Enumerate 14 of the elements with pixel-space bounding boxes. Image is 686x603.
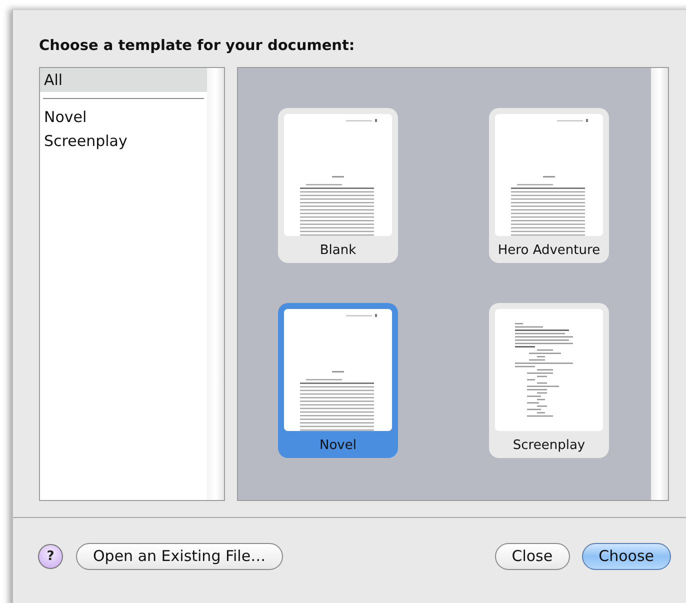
dialog-button[interactable]: Close bbox=[494, 542, 570, 570]
category-item[interactable]: Screenplay bbox=[40, 129, 207, 153]
dialog-heading: Choose a template for your document: bbox=[39, 38, 356, 56]
scrollbar[interactable] bbox=[651, 68, 668, 500]
dialog-button[interactable]: Open an Existing File… bbox=[76, 542, 283, 570]
category-item[interactable]: Novel bbox=[40, 105, 207, 129]
category-item[interactable]: All bbox=[40, 68, 207, 92]
scrollbar[interactable] bbox=[207, 68, 224, 500]
template-tile[interactable]: Novel bbox=[278, 303, 398, 458]
template-tile[interactable]: Blank bbox=[278, 108, 398, 263]
dialog-button[interactable]: Choose bbox=[582, 542, 671, 570]
help-button[interactable]: ? bbox=[38, 544, 63, 568]
template-tile[interactable]: Hero Adventure bbox=[489, 108, 609, 263]
template-tile[interactable]: Screenplay bbox=[489, 303, 609, 458]
